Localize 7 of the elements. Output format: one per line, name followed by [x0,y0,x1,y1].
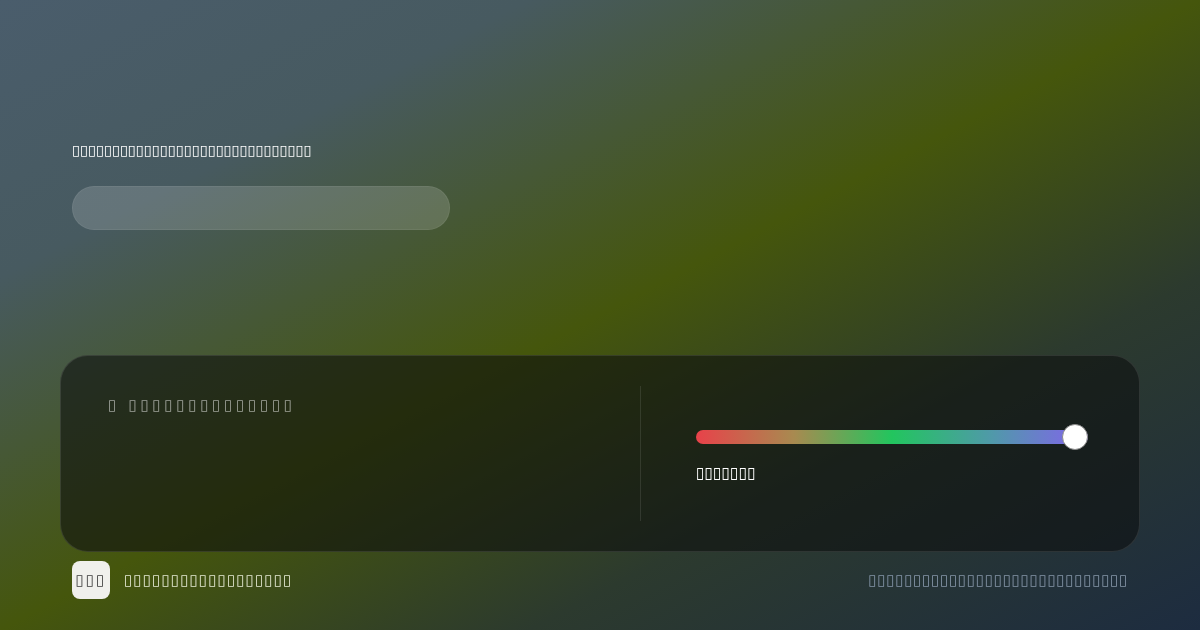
panel-label: ▯ ▯▯▯▯▯▯▯▯▯▯▯▯▯▯ [108,396,297,414]
slider-label: ▯▯▯▯▯▯▯ [696,464,757,482]
footer-title: ▯▯▯▯▯▯▯▯▯▯▯▯▯▯▯▯▯▯ [124,571,293,589]
app-logo: ▯▯▯ [72,561,110,599]
footer-note: ▯▯▯▯▯▯▯▯▯▯▯▯▯▯▯▯▯▯▯▯▯▯▯▯▯▯▯▯▯ [868,571,1128,589]
slider-thumb[interactable] [1062,424,1088,450]
heading-text: ▯▯▯▯▯▯▯▯▯▯▯▯▯▯▯▯▯▯▯▯▯▯▯▯▯▯▯▯▯▯ [72,141,312,159]
